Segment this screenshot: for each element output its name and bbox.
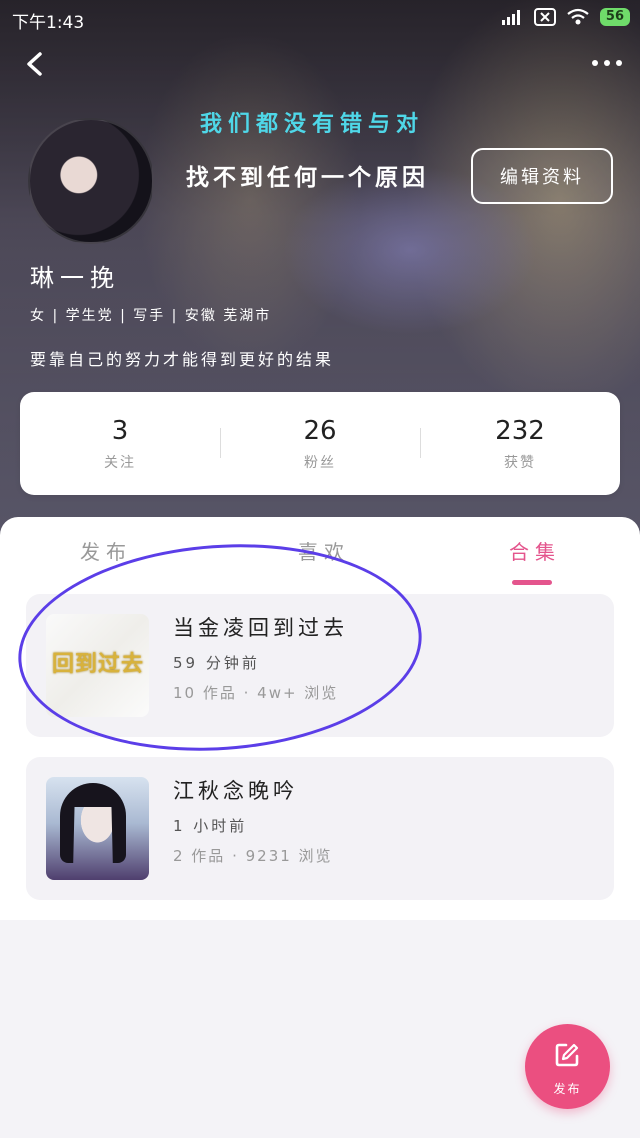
tab-collections[interactable]: 合集 xyxy=(509,536,561,565)
collection-info: 10 作品 · 4w+ 浏览 xyxy=(173,684,339,702)
collection-cover: 回到过去 xyxy=(46,614,149,717)
content-tabs: 发布 喜欢 合集 xyxy=(0,536,640,586)
stat-label: 关注 xyxy=(104,454,136,471)
cover-title-art: 回到过去 xyxy=(52,652,145,677)
stat-likes[interactable]: 232 获赞 xyxy=(420,416,620,472)
tab-publish[interactable]: 发布 xyxy=(80,536,132,565)
stat-label: 粉丝 xyxy=(304,454,336,471)
collection-time: 59 分钟前 xyxy=(173,654,260,672)
more-dot xyxy=(616,60,622,66)
collection-title: 江秋念晚吟 xyxy=(173,779,298,803)
battery-icon: 56 xyxy=(599,8,630,26)
edit-profile-button[interactable]: 编辑资料 xyxy=(471,148,613,204)
status-time: 下午1:43 xyxy=(12,13,85,33)
fab-label: 发布 xyxy=(553,1082,582,1096)
avatar[interactable] xyxy=(28,118,154,244)
profile-slogan-line1: 我们都没有错与对 xyxy=(200,112,425,137)
profile-slogan-line2: 找不到任何一个原因 xyxy=(186,165,429,191)
stat-value: 3 xyxy=(111,415,129,446)
stat-followers[interactable]: 26 粉丝 xyxy=(220,416,420,472)
signal-icon xyxy=(501,10,520,25)
sim-off-icon xyxy=(533,8,556,26)
wifi-icon xyxy=(567,8,589,25)
stat-value: 26 xyxy=(303,415,337,446)
profile-meta: 女 | 学生党 | 写手 | 安徽 芜湖市 xyxy=(30,308,272,324)
tab-likes[interactable]: 喜欢 xyxy=(298,536,350,565)
stat-label: 获赞 xyxy=(504,454,536,471)
stat-value: 232 xyxy=(495,415,545,446)
collection-card[interactable]: 回到过去 当金凌回到过去 59 分钟前 10 作品 · 4w+ 浏览 xyxy=(26,594,614,737)
collection-title: 当金凌回到过去 xyxy=(173,616,348,640)
cover-illustration xyxy=(60,783,126,863)
status-bar: 下午1:43 56 xyxy=(0,0,640,36)
more-dots-icon[interactable] xyxy=(592,60,622,66)
profile-bio: 要靠自己的努力才能得到更好的结果 xyxy=(30,350,335,369)
more-dot xyxy=(604,60,610,66)
stat-following[interactable]: 3 关注 xyxy=(20,416,220,472)
back-chevron-icon[interactable] xyxy=(22,50,50,78)
more-dot xyxy=(592,60,598,66)
stats-card: 3 关注 26 粉丝 232 获赞 xyxy=(20,392,620,495)
collection-info: 2 作品 · 9231 浏览 xyxy=(173,847,333,865)
publish-fab-button[interactable]: 发布 xyxy=(525,1024,610,1109)
profile-name: 琳一挽 xyxy=(30,264,120,292)
collection-time: 1 小时前 xyxy=(173,817,248,835)
collection-cover xyxy=(46,777,149,880)
edit-square-icon xyxy=(555,1043,579,1067)
status-icons: 56 xyxy=(501,8,630,26)
collection-card[interactable]: 江秋念晚吟 1 小时前 2 作品 · 9231 浏览 xyxy=(26,757,614,900)
active-tab-indicator xyxy=(512,580,552,585)
